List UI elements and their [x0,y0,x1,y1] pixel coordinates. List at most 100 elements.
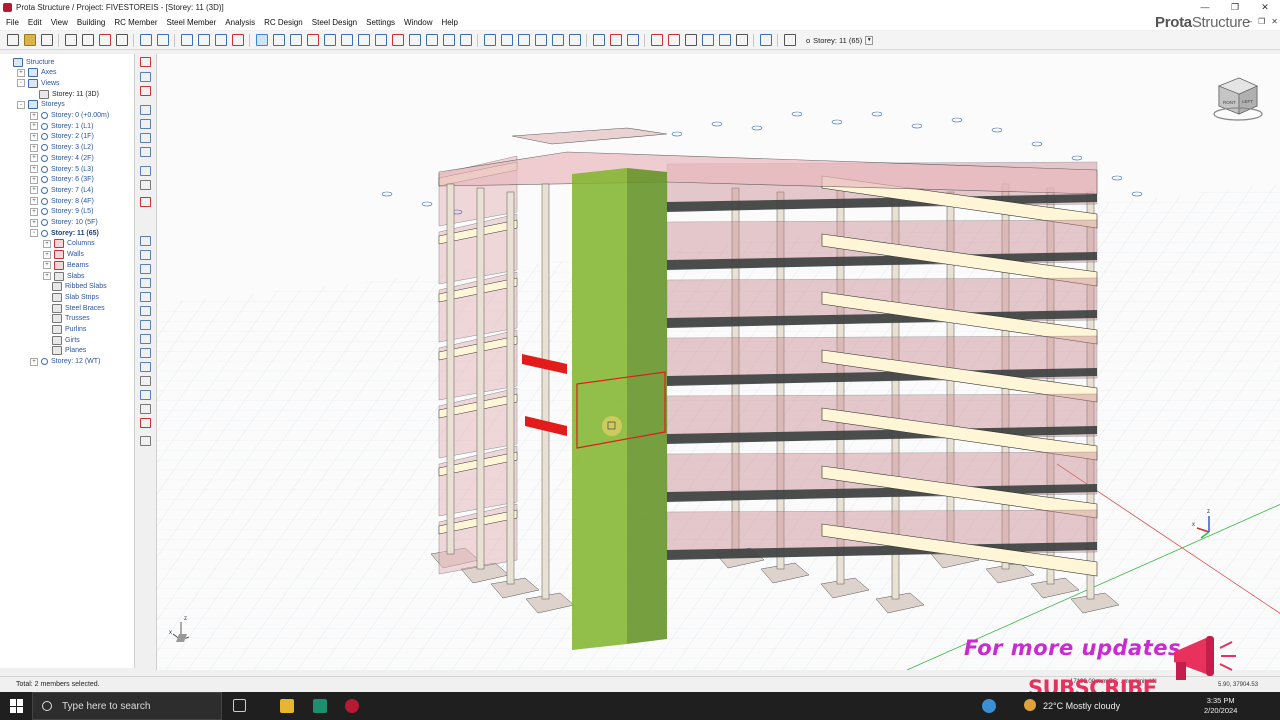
expand-icon[interactable]: + [43,239,51,248]
tree-item[interactable]: Trusses [43,314,90,324]
expand-icon[interactable]: + [30,218,38,227]
pencil-icon[interactable] [140,57,151,67]
select-icon[interactable] [255,34,268,46]
print-icon[interactable] [64,34,77,46]
tree-item[interactable]: + Storey: 4 (2F) [30,153,94,163]
view-iso-icon[interactable] [140,320,151,330]
tree-item[interactable]: + Walls [43,250,84,260]
close-icon[interactable]: ✕ [1250,0,1280,15]
view-front-icon[interactable] [140,236,151,246]
tree-item[interactable]: Structure [4,57,54,67]
menu-file[interactable]: File [6,18,19,27]
report-icon[interactable] [98,34,111,46]
view-left-icon[interactable] [140,264,151,274]
copy-member-icon[interactable] [197,34,210,46]
zoom-out-icon[interactable] [140,119,151,129]
table-icon[interactable] [684,34,697,46]
column-icon[interactable] [306,34,319,46]
tree-item[interactable]: - Storey: 11 (65) [30,228,99,238]
expand-icon[interactable]: + [30,207,38,216]
grid-axes-icon[interactable] [289,34,302,46]
stair-icon[interactable] [408,34,421,46]
expand-icon[interactable]: + [30,132,38,141]
rotate-icon[interactable] [140,180,151,190]
analysis-model-icon[interactable] [534,34,547,46]
collapse-icon[interactable]: - [17,79,25,88]
core-wall-side[interactable] [627,168,667,644]
mesh-icon[interactable] [551,34,564,46]
tree-item[interactable]: + Storey: 7 (L4) [30,185,93,195]
clip-icon[interactable] [140,197,151,207]
slab-icon[interactable] [357,34,370,46]
tree-item[interactable]: + Storey: 2 (1F) [30,132,94,142]
expand-icon[interactable]: + [30,143,38,152]
hidden-line-icon[interactable] [140,404,151,414]
tree-item[interactable]: Storey: 11 (3D) [30,89,99,99]
zoom-all-icon[interactable] [140,147,151,157]
tree-item[interactable]: Planes [43,346,86,356]
render-mode-icon[interactable] [140,418,151,428]
task-view-icon[interactable] [233,699,246,712]
beam-icon[interactable] [340,34,353,46]
section-icon[interactable] [500,34,513,46]
view-back-icon[interactable] [140,250,151,260]
tree-item[interactable]: - Storeys [17,100,65,110]
prota-taskbar-icon[interactable] [345,699,359,713]
options-icon[interactable] [783,34,796,46]
weather-text[interactable]: 22°C Mostly cloudy [1043,701,1120,711]
delete-icon[interactable] [231,34,244,46]
expand-icon[interactable]: + [17,68,25,77]
expand-icon[interactable]: + [30,122,38,131]
core-wall-face[interactable] [572,168,627,650]
measure-icon[interactable] [140,86,151,96]
tree-item[interactable]: + Columns [43,239,95,249]
wireframe-icon[interactable] [609,34,622,46]
render-icon[interactable] [592,34,605,46]
menu-view[interactable]: View [51,18,68,27]
chevron-down-icon[interactable]: ▼ [865,35,874,45]
menu-edit[interactable]: Edit [28,18,42,27]
dimension-icon[interactable] [483,34,496,46]
view-bottom-icon[interactable] [140,306,151,316]
pan-icon[interactable] [140,166,151,176]
storey-icon[interactable] [568,34,581,46]
minimize-icon[interactable]: — [1190,0,1220,15]
load-icon[interactable] [459,34,472,46]
truss-icon[interactable] [442,34,455,46]
tree-item[interactable]: + Storey: 3 (L2) [30,143,93,153]
check-icon[interactable] [650,34,663,46]
design-icon[interactable] [667,34,680,46]
expand-icon[interactable]: + [30,186,38,195]
footing-icon[interactable] [391,34,404,46]
taskbar-search[interactable]: Type here to search [32,692,222,720]
view-top-icon[interactable] [140,292,151,302]
expand-icon[interactable]: + [30,357,38,366]
move-icon[interactable] [180,34,193,46]
zoom-window-icon[interactable] [140,133,151,143]
maximize-icon[interactable]: ❐ [1220,0,1250,15]
tree-item[interactable]: + Storey: 1 (L1) [30,121,93,131]
redo-icon[interactable] [156,34,169,46]
collapse-icon[interactable]: - [30,229,38,238]
mdi-minimize-icon[interactable]: – [1248,17,1252,26]
tree-item[interactable]: + Axes [17,68,57,78]
storey-selector[interactable]: o Storey: 11 (65) ▼ [806,35,874,45]
copy-icon[interactable] [115,34,128,46]
app-taskbar-icon[interactable] [313,699,327,713]
brace-icon[interactable] [425,34,438,46]
cross-icon[interactable] [517,34,530,46]
tree-item[interactable]: Slab Strips [43,292,99,302]
print-preview-icon[interactable] [81,34,94,46]
tree-item[interactable]: + Storey: 12 (WT) [30,357,100,367]
tree-item[interactable]: Purlins [43,325,86,335]
new-file-icon[interactable] [6,34,19,46]
menu-window[interactable]: Window [404,18,432,27]
3d-model-scene[interactable]: RONT LEFT z x z x [157,54,1280,670]
tree-item[interactable]: + Storey: 8 (4F) [30,196,94,206]
tree-item[interactable]: - Views [17,78,60,88]
properties-icon[interactable] [735,34,748,46]
wall-icon[interactable] [323,34,336,46]
expand-icon[interactable]: + [30,111,38,120]
layers-icon[interactable] [626,34,639,46]
tree-item[interactable]: + Storey: 9 (L5) [30,207,93,217]
